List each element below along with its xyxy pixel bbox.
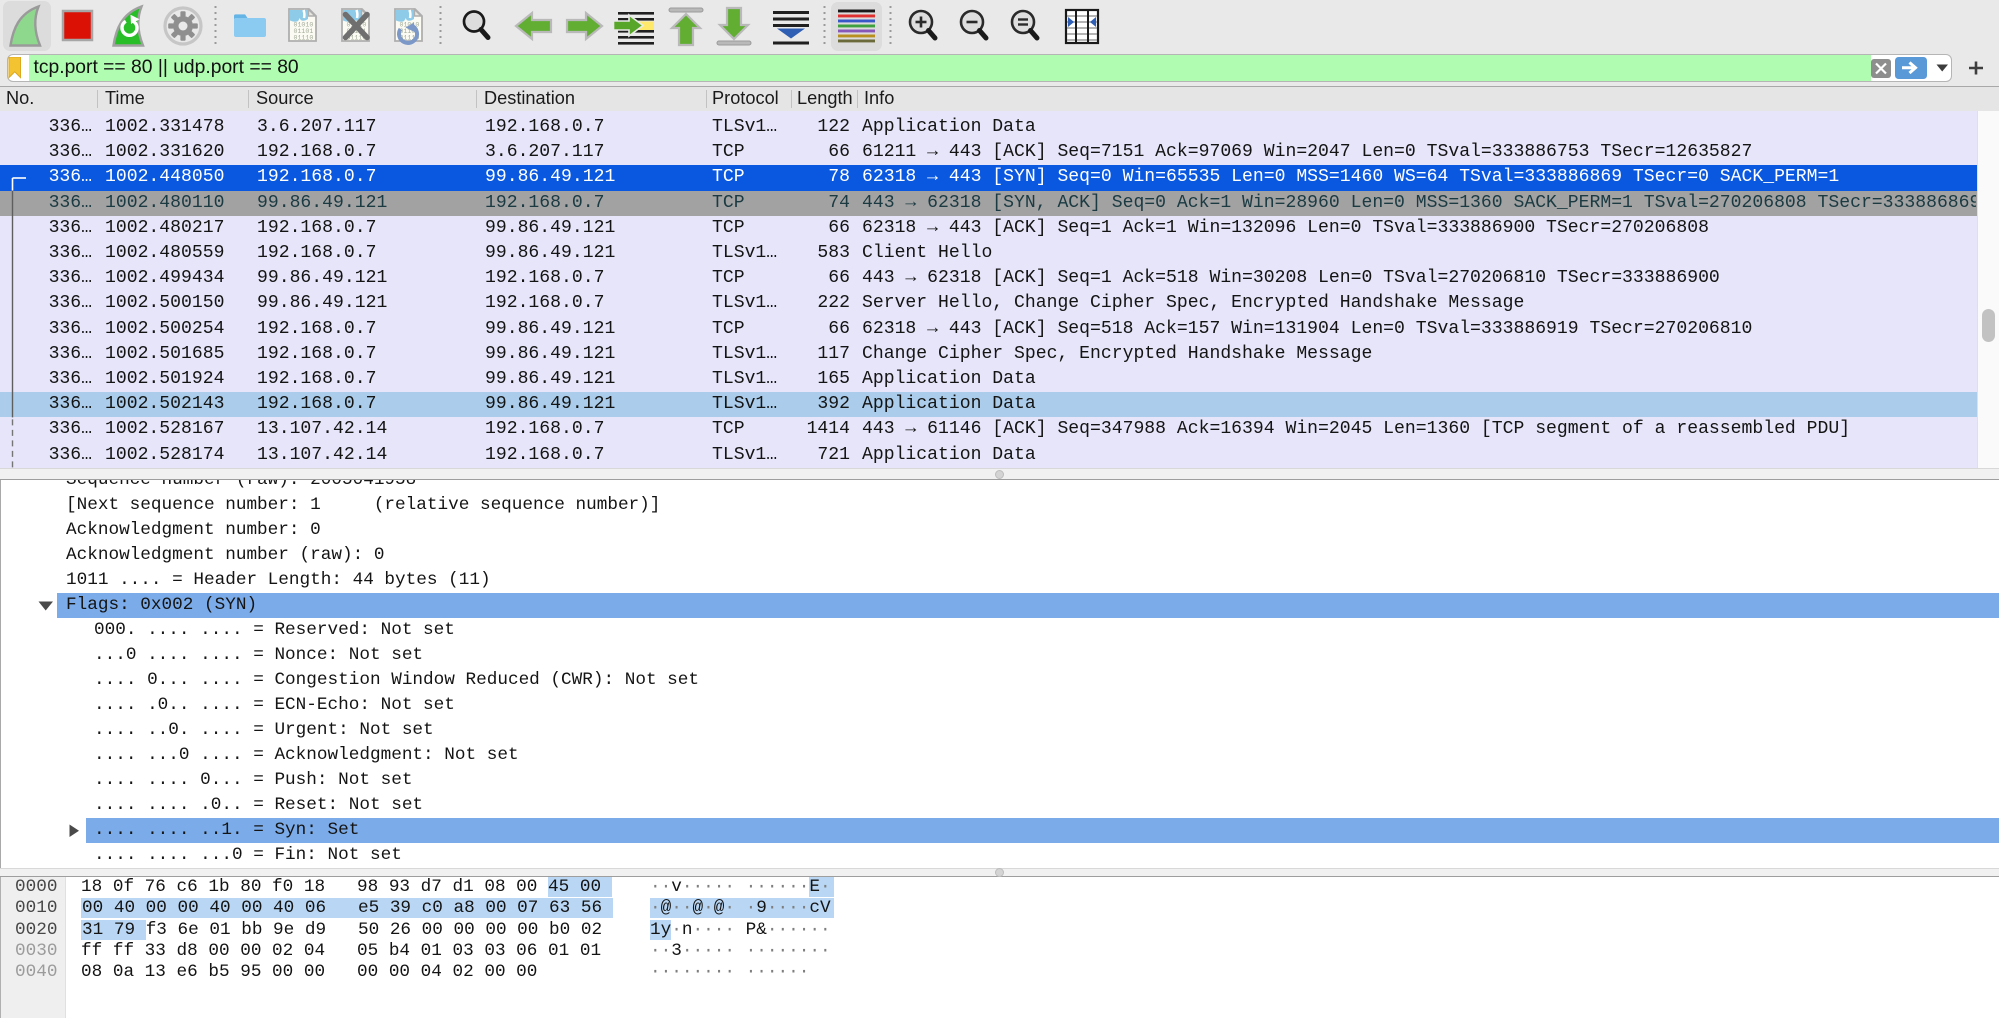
svg-text:01110: 01110 [294, 35, 314, 42]
